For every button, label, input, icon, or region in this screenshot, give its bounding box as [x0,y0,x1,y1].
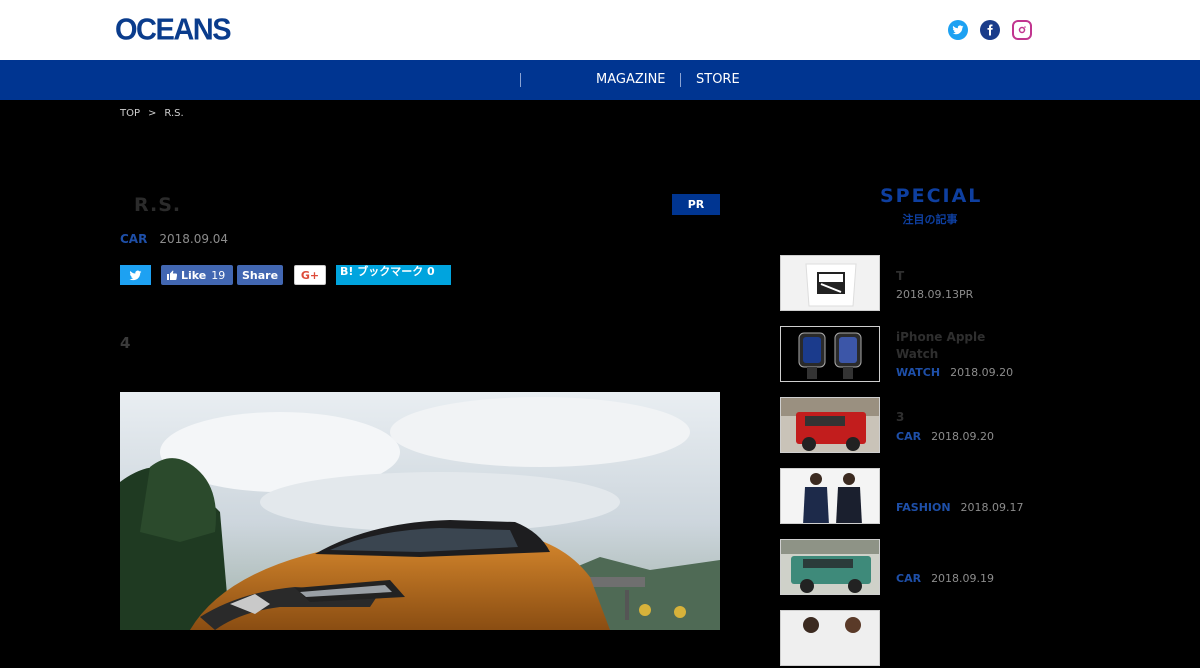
sidebar-article[interactable]: T 2018.09.13PR [780,255,1030,313]
sidebar-article-title[interactable]: T [896,268,1026,285]
sidebar-article-date: 2018.09.20 [931,430,995,443]
thumbs-up-icon [167,270,177,280]
facebook-share-button[interactable]: Share [237,265,283,285]
sidebar-article-category[interactable]: CAR [896,430,921,443]
breadcrumb: TOP > R.S. [120,108,192,119]
special-subheading: 注目の記事 [902,213,958,226]
article-meta: CAR 2018.09.04 [120,232,228,246]
site-header: OCEANS [0,0,1200,60]
sidebar-article[interactable]: iPhone Apple Watch WATCH 2018.09.20 [780,326,1030,384]
sidebar-article-title[interactable]: 3 [896,409,1026,426]
article-thumbnail[interactable] [780,326,880,382]
article-thumbnail[interactable] [780,610,880,666]
sidebar-article[interactable]: 3 CAR 2018.09.20 [780,397,1030,455]
sidebar-article-date: 2018.09.13PR [896,288,974,301]
sidebar-article[interactable]: FASHION 2018.09.17 [780,468,1030,526]
nav-item-store[interactable]: STORE [696,72,740,87]
nav-divider [520,73,521,87]
article-thumbnail[interactable] [780,397,880,453]
article-thumbnail[interactable] [780,539,880,595]
facebook-icon[interactable] [980,20,1000,40]
sidebar-article[interactable]: CAR 2018.09.19 [780,539,1030,597]
article-title: R.S. [134,194,182,216]
site-logo[interactable]: OCEANS [115,13,232,48]
article-category[interactable]: CAR [120,232,147,246]
sidebar-article-category[interactable]: FASHION [896,501,951,514]
sidebar-article-category[interactable]: CAR [896,572,921,585]
nav-item-magazine[interactable]: MAGAZINE [596,72,666,87]
breadcrumb-separator: > [148,108,157,119]
sidebar-article-date: 2018.09.17 [960,501,1024,514]
facebook-like-button[interactable]: Like 19 [161,265,233,285]
nav-divider [680,73,681,87]
sidebar-article-meta: FASHION 2018.09.17 [896,501,1024,514]
article-hero-image [120,392,720,630]
facebook-like-count: 19 [211,268,226,282]
sidebar-article-title[interactable]: iPhone Apple Watch [896,329,1026,363]
hatena-bookmark-button[interactable]: B! ブックマーク 0 [336,265,451,285]
sidebar-article-category[interactable]: WATCH [896,366,940,379]
article-thumbnail[interactable] [780,255,880,311]
sidebar-article-meta: WATCH 2018.09.20 [896,366,1013,379]
twitter-icon [129,270,142,280]
pr-badge: PR [672,194,720,215]
sidebar-article-meta: 2018.09.13PR [896,288,973,301]
twitter-icon[interactable] [948,20,968,40]
article-lead: 4 [120,334,131,352]
sidebar-article[interactable] [780,610,1030,668]
facebook-like-label: Like [181,268,207,282]
tweet-button[interactable] [120,265,151,285]
instagram-icon[interactable] [1012,20,1032,40]
sidebar-article-meta: CAR 2018.09.19 [896,572,994,585]
sidebar-article-meta: CAR 2018.09.20 [896,430,994,443]
main-nav: MAGAZINE STORE [0,60,1200,100]
breadcrumb-current: R.S. [164,108,184,119]
breadcrumb-top[interactable]: TOP [120,108,140,119]
special-heading: SPECIAL [880,185,983,207]
article-thumbnail[interactable] [780,468,880,524]
google-plus-button[interactable]: G+ [294,265,326,285]
sidebar-article-date: 2018.09.19 [931,572,995,585]
sidebar-article-date: 2018.09.20 [950,366,1014,379]
article-date: 2018.09.04 [159,232,229,246]
